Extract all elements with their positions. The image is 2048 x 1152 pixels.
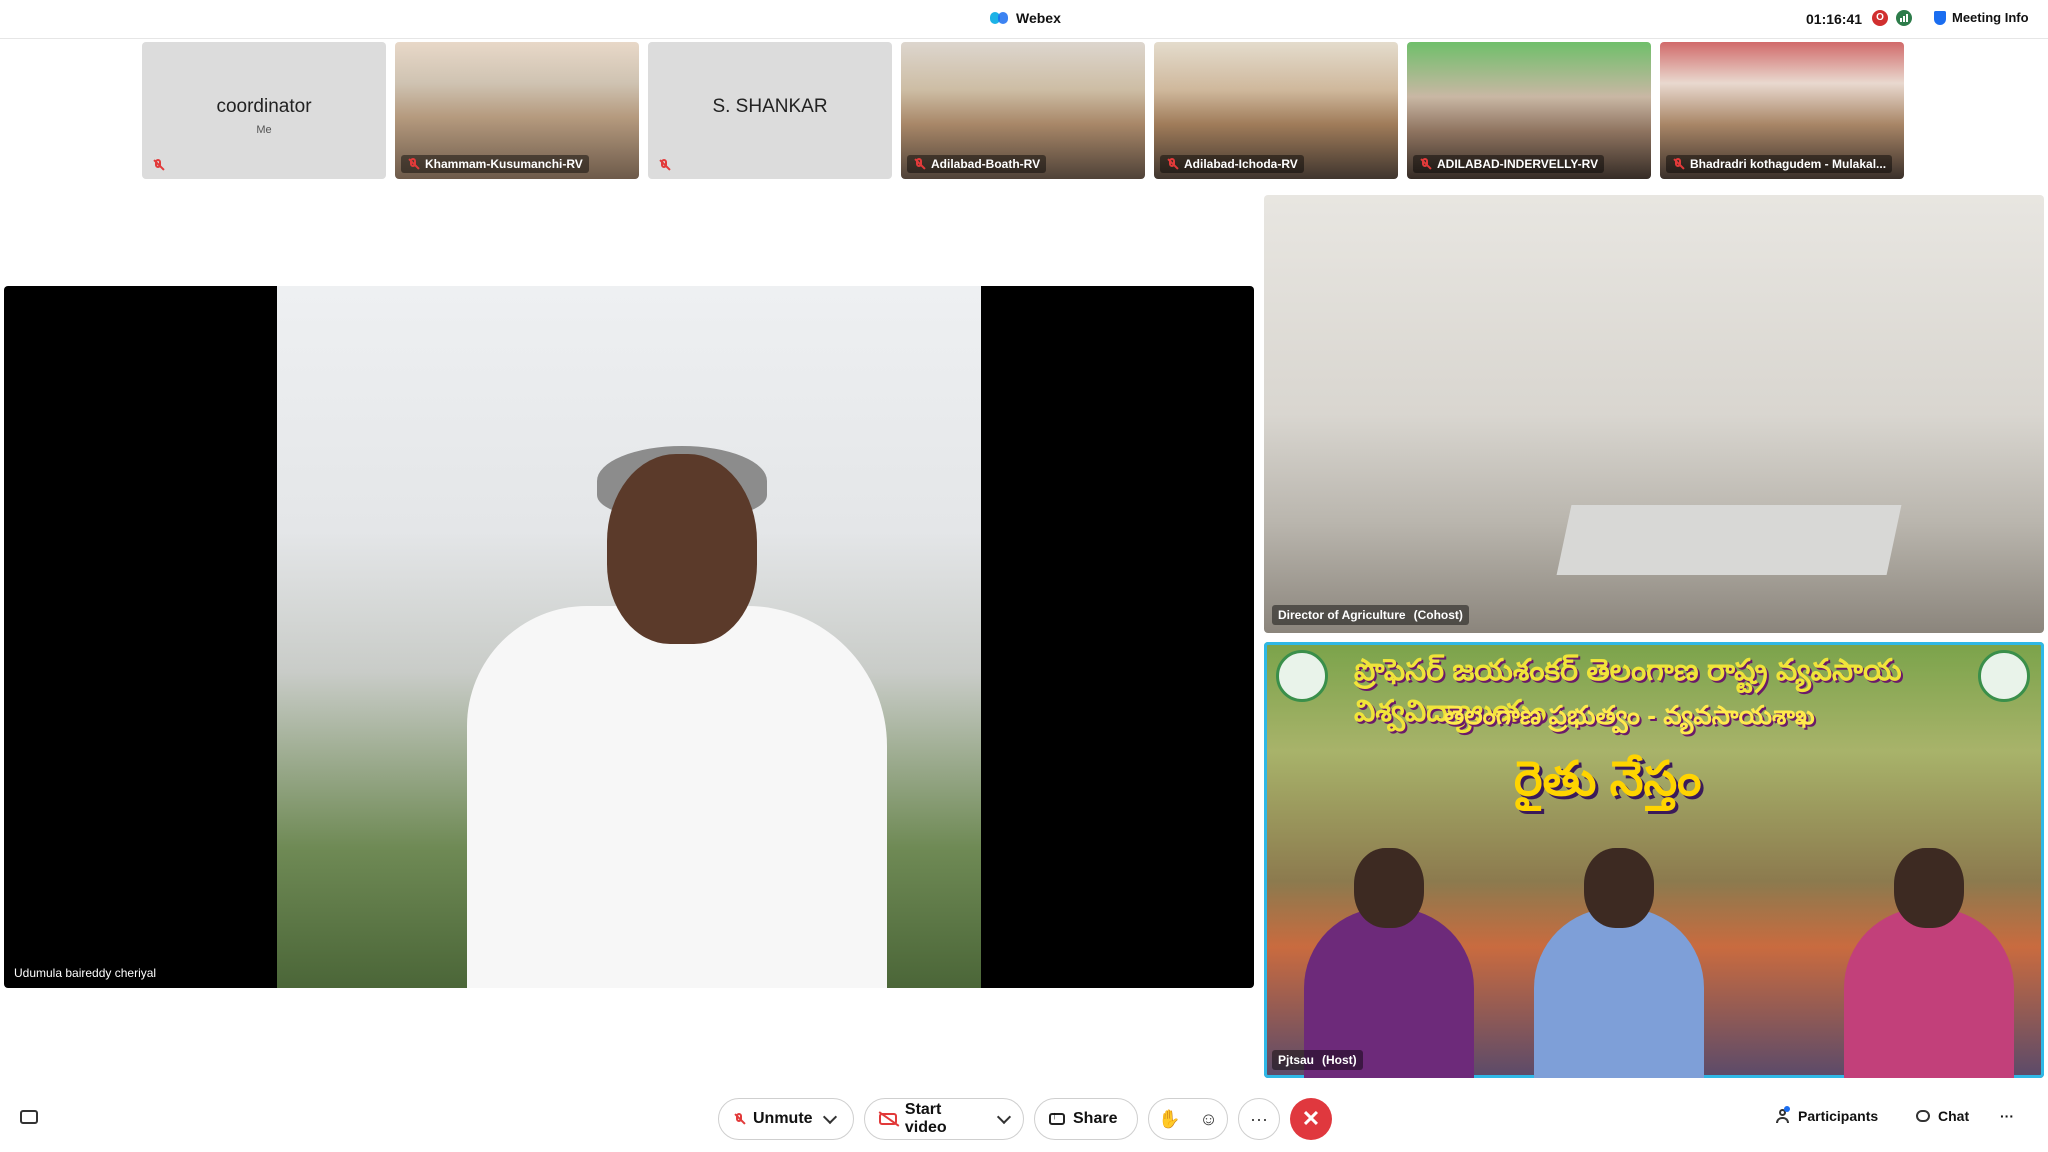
camera-off-icon	[879, 1113, 897, 1125]
conference-table	[1556, 505, 1902, 575]
video-tile-label: Pjtsau (Host)	[1272, 1050, 1363, 1070]
participant-label: Khammam-Kusumanchi-RV	[401, 155, 589, 173]
mic-muted-icon	[407, 158, 419, 170]
meeting-info-label: Meeting Info	[1952, 10, 2029, 25]
banner-department: తెలంగాణ ప్రభుత్వం - వ్యవసాయశాఖ	[1444, 700, 1815, 730]
participant-tile-adilabad-indervelly[interactable]: ADILABAD-INDERVELLY-RV	[1407, 42, 1651, 179]
participant-role: (Cohost)	[1413, 608, 1463, 622]
mic-muted-icon	[913, 158, 925, 170]
video-tile-host[interactable]: ప్రొఫెసర్ జయశంకర్ తెలంగాణ రాష్ట్ర వ్యవసా…	[1264, 642, 2044, 1078]
chat-icon	[1916, 1110, 1930, 1122]
meeting-timer: 01:16:41	[1806, 11, 1863, 27]
title-bar: Webex 01:16:41 O Meeting Info	[0, 0, 2048, 39]
mic-muted-icon	[1419, 158, 1431, 170]
participant-name: Pjtsau	[1278, 1053, 1315, 1067]
speaker-head	[607, 454, 757, 644]
participants-button[interactable]: Participants	[1776, 1106, 1879, 1124]
participant-tile-adilabad-ichoda[interactable]: Adilabad-Ichoda-RV	[1154, 42, 1398, 179]
share-screen-icon	[1049, 1110, 1065, 1125]
unmute-label: Unmute	[753, 1110, 813, 1127]
speaker-video-frame	[277, 286, 981, 988]
start-video-button[interactable]: Start video	[864, 1098, 1024, 1140]
video-tile-label: Director of Agriculture (Cohost)	[1272, 605, 1469, 625]
mic-muted-icon	[152, 159, 164, 171]
participant-label: Adilabad-Ichoda-RV	[1160, 155, 1304, 173]
raise-hand-icon[interactable]: ✋	[1158, 1109, 1180, 1130]
chat-label: Chat	[1938, 1108, 1970, 1124]
participant-tile-shankar[interactable]: S. SHANKAR	[648, 42, 892, 179]
presenter-center	[1534, 848, 1704, 1078]
reactions-group: ✋ ☺	[1148, 1098, 1228, 1140]
share-label: Share	[1073, 1110, 1118, 1127]
meeting-info-button[interactable]: Meeting Info	[1934, 10, 2029, 25]
captions-icon[interactable]	[20, 1110, 38, 1124]
reactions-icon[interactable]: ☺	[1199, 1109, 1217, 1130]
chevron-down-icon[interactable]	[996, 1109, 1012, 1125]
mic-muted-icon	[733, 1113, 745, 1125]
speaker-figure	[467, 606, 887, 988]
participants-label: Participants	[1798, 1108, 1879, 1124]
participant-tile-adilabad-boath[interactable]: Adilabad-Boath-RV	[901, 42, 1145, 179]
more-options-button[interactable]: ···	[1238, 1098, 1280, 1140]
recording-icon[interactable]: O	[1872, 10, 1888, 26]
participants-icon	[1776, 1106, 1790, 1123]
end-call-button[interactable]: ✕	[1290, 1098, 1332, 1140]
participant-name: Khammam-Kusumanchi-RV	[425, 157, 583, 171]
banner-program-title: రైతు నేస్తం	[1514, 753, 1702, 806]
participant-subtitle: Me	[256, 124, 272, 136]
mic-muted-icon	[658, 159, 670, 171]
app-title-text: Webex	[1016, 10, 1061, 26]
participant-label: Bhadradri kothagudem - Mulakal...	[1666, 155, 1893, 173]
mic-muted-icon	[1166, 158, 1178, 170]
participant-name: ADILABAD-INDERVELLY-RV	[1437, 157, 1599, 171]
webex-logo-icon	[990, 12, 1008, 24]
video-tile-director[interactable]: Director of Agriculture (Cohost)	[1264, 195, 2044, 633]
participant-name: Director of Agriculture	[1278, 608, 1406, 622]
university-seal-icon	[1276, 650, 1328, 702]
unmute-button[interactable]: Unmute	[718, 1098, 854, 1140]
participant-tile-bhadradri[interactable]: Bhadradri kothagudem - Mulakal...	[1660, 42, 1904, 179]
active-speaker-video[interactable]: Udumula baireddy cheriyal	[4, 286, 1254, 988]
meeting-controls-bar: Unmute Start video Share ✋ ☺ ··· ✕ Parti…	[0, 1088, 2048, 1152]
speaker-name: Udumula baireddy cheriyal	[14, 966, 157, 980]
start-video-label: Start video	[904, 1101, 947, 1136]
participant-name: S. SHANKAR	[712, 96, 828, 117]
presenter-right	[1844, 848, 2014, 1078]
chat-button[interactable]: Chat	[1916, 1108, 1969, 1124]
participant-name: Adilabad-Ichoda-RV	[1184, 157, 1298, 171]
participant-role: (Host)	[1322, 1053, 1357, 1067]
participant-tile-coordinator[interactable]: coordinator Me	[142, 42, 386, 179]
participant-name: Bhadradri kothagudem - Mulakal...	[1690, 157, 1887, 171]
participant-tile-khammam[interactable]: Khammam-Kusumanchi-RV	[395, 42, 639, 179]
shield-icon	[1934, 10, 1946, 25]
app-title: Webex	[990, 10, 1061, 26]
overflow-menu-button[interactable]: ···	[2000, 1108, 2014, 1124]
chevron-down-icon[interactable]	[822, 1109, 837, 1125]
share-button[interactable]: Share	[1034, 1098, 1138, 1140]
network-signal-icon[interactable]	[1896, 10, 1912, 26]
participant-name: Adilabad-Boath-RV	[931, 157, 1041, 171]
participant-name: coordinator	[216, 96, 312, 117]
participant-label: ADILABAD-INDERVELLY-RV	[1413, 155, 1605, 173]
participant-label: Adilabad-Boath-RV	[907, 155, 1047, 173]
mic-muted-icon	[1672, 158, 1684, 170]
